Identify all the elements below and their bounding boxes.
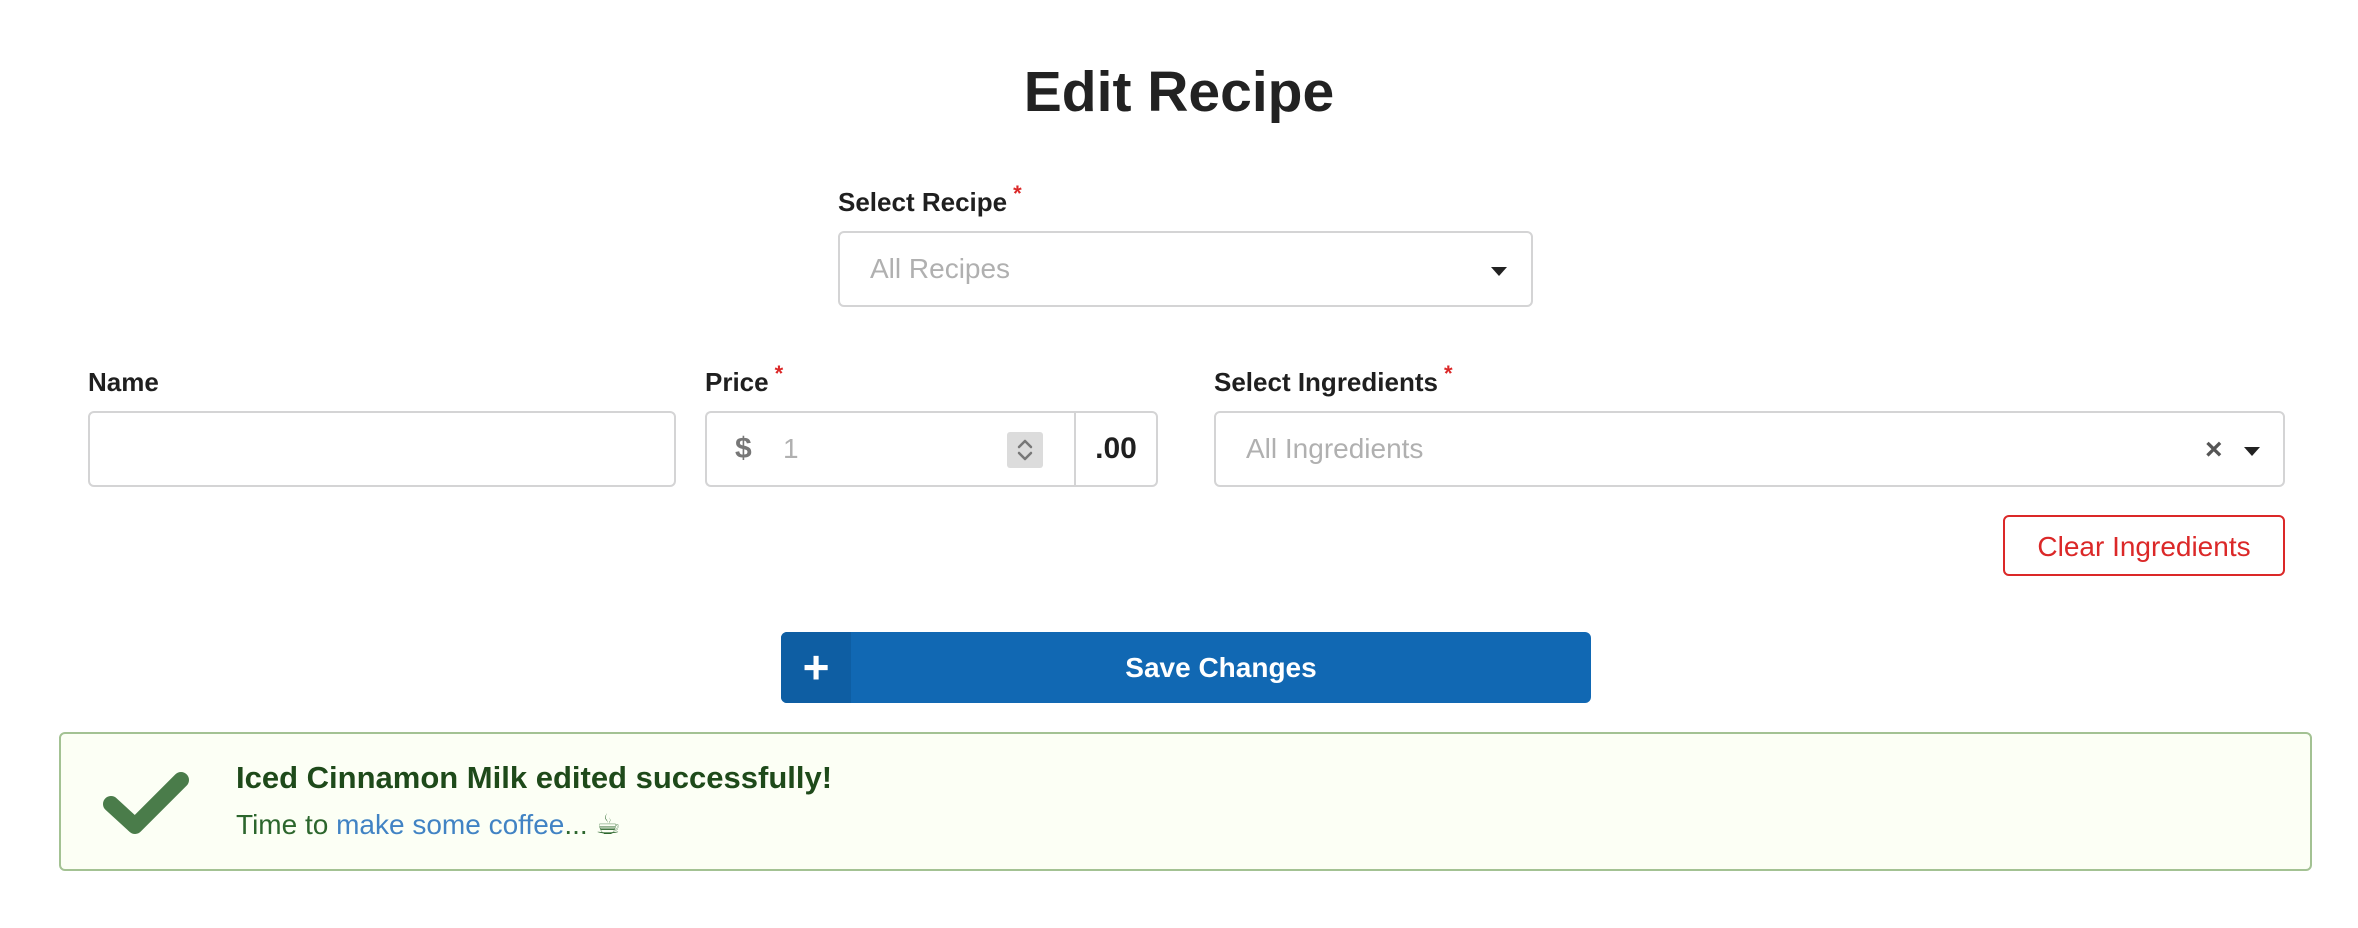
up-down-arrows-icon[interactable] (1007, 432, 1043, 468)
plus-icon: + (781, 632, 851, 703)
required-indicator: * (1443, 361, 1453, 386)
required-indicator: * (1013, 181, 1022, 206)
price-cents-suffix: .00 (1074, 411, 1158, 487)
price-field-label: Price * (705, 361, 783, 400)
price-input-group: $ 1 .00 (705, 411, 1158, 487)
clear-ingredients-button[interactable]: Clear Ingredients (2003, 515, 2285, 576)
dollar-icon: $ (735, 432, 752, 465)
success-body-suffix: ... ☕ (564, 809, 621, 840)
success-message-header: Iced Cinnamon Milk edited successfully! (236, 760, 833, 795)
recipe-select-dropdown[interactable]: All Recipes (838, 231, 1533, 307)
save-changes-label: Save Changes (1125, 652, 1317, 683)
save-changes-button[interactable]: + Save Changes (781, 632, 1591, 703)
ingredients-select-placeholder: All Ingredients (1246, 433, 1424, 464)
ingredients-select-label: Select Ingredients * (1214, 361, 1453, 400)
recipe-select-label: Select Recipe * (838, 181, 1022, 220)
price-input[interactable]: $ 1 (705, 411, 1074, 487)
ingredients-select-dropdown[interactable]: All Ingredients × (1214, 411, 2285, 487)
name-input[interactable] (88, 411, 676, 487)
checkmark-icon (101, 764, 191, 845)
chevron-down-icon (2244, 447, 2260, 456)
success-body-prefix: Time to (236, 809, 337, 840)
price-input-placeholder: 1 (783, 433, 799, 464)
name-field-label: Name (88, 367, 159, 397)
price-field-label-text: Price (705, 367, 769, 397)
success-message: Iced Cinnamon Milk edited successfully! … (59, 732, 2312, 871)
make-coffee-link[interactable]: make some coffee (336, 809, 564, 840)
ingredients-select-label-text: Select Ingredients (1214, 367, 1438, 397)
success-message-body: Time to make some coffee... ☕ (236, 808, 621, 841)
recipe-select-label-text: Select Recipe (838, 187, 1008, 217)
required-indicator: * (774, 361, 784, 386)
page-title: Edit Recipe (1023, 60, 1335, 124)
chevron-down-icon (1491, 267, 1507, 276)
close-icon[interactable]: × (2205, 435, 2223, 465)
recipe-select-placeholder: All Recipes (870, 253, 1011, 284)
